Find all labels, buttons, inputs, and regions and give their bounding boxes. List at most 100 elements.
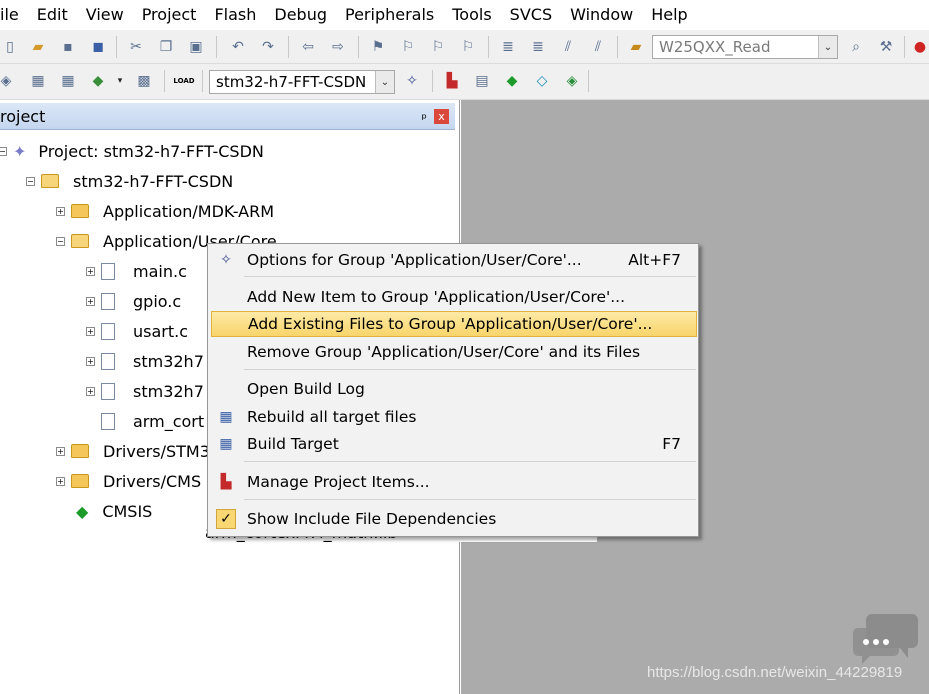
menu-item-show-include-deps[interactable]: ✓ Show Include File Dependencies bbox=[211, 506, 697, 532]
project-panel-header: roject ᵖ x bbox=[0, 103, 455, 130]
pin-icon[interactable]: ᵖ bbox=[421, 106, 427, 133]
tree-group-node[interactable]: + Drivers/CMS bbox=[56, 468, 201, 494]
expand-icon[interactable]: + bbox=[56, 206, 65, 216]
toolbar-separator bbox=[488, 36, 489, 58]
tree-file-node[interactable]: + main.c bbox=[86, 258, 187, 284]
expand-icon[interactable]: + bbox=[86, 326, 95, 336]
paste-icon[interactable]: ▣ bbox=[186, 37, 206, 57]
menu-item-manage-project-items[interactable]: ▙ Manage Project Items... bbox=[211, 469, 697, 495]
target-select[interactable]: stm32-h7-FFT-CSDN ⌄ bbox=[209, 70, 395, 94]
unindent-icon[interactable]: ≣ bbox=[528, 37, 548, 57]
debug-start-icon[interactable]: ● bbox=[910, 37, 929, 57]
select-packs-icon[interactable]: ▤ bbox=[472, 71, 492, 91]
menu-item-options-for-group[interactable]: ✧ Options for Group 'Application/User/Co… bbox=[211, 247, 697, 273]
copy-icon[interactable]: ❐ bbox=[156, 37, 176, 57]
menu-edit[interactable]: Edit bbox=[28, 0, 77, 30]
menu-item-add-new-item[interactable]: Add New Item to Group 'Application/User/… bbox=[211, 284, 697, 310]
menu-tools[interactable]: Tools bbox=[443, 0, 500, 30]
save-icon[interactable]: ▪ bbox=[58, 37, 78, 57]
pack-installer-icon[interactable]: ◇ bbox=[532, 71, 552, 91]
menu-item-add-existing-files[interactable]: Add Existing Files to Group 'Application… bbox=[211, 311, 697, 337]
menu-debug[interactable]: Debug bbox=[265, 0, 336, 30]
menu-flash[interactable]: Flash bbox=[205, 0, 265, 30]
target-options-wand-icon[interactable]: ✧ bbox=[402, 71, 422, 91]
find-combo[interactable]: W25QXX_Read ⌄ bbox=[652, 35, 838, 59]
open-folder-icon[interactable]: ▰ bbox=[28, 37, 48, 57]
tree-group-label: Application/MDK-ARM bbox=[103, 201, 275, 221]
tree-target-node[interactable]: − stm32-h7-FFT-CSDN bbox=[26, 168, 233, 194]
tree-file-node[interactable]: + stm32h7 bbox=[86, 378, 204, 404]
tree-file-node[interactable]: + stm32h7 bbox=[86, 348, 204, 374]
batch-build-icon[interactable]: ◆ bbox=[88, 71, 108, 91]
tree-file-node[interactable]: + gpio.c bbox=[86, 288, 181, 314]
menu-item-rebuild-all[interactable]: ▦ Rebuild all target files bbox=[211, 404, 697, 430]
collapse-icon[interactable]: − bbox=[26, 176, 35, 186]
build-icon[interactable]: ▦ bbox=[28, 71, 48, 91]
target-select-value: stm32-h7-FFT-CSDN bbox=[216, 73, 367, 91]
indent-icon[interactable]: ≣ bbox=[498, 37, 518, 57]
incremental-find-icon[interactable]: ⚒ bbox=[876, 37, 896, 57]
tree-file-node[interactable]: arm_cort bbox=[101, 408, 204, 434]
menu-peripherals[interactable]: Peripherals bbox=[336, 0, 443, 30]
save-all-icon[interactable]: ◼ bbox=[88, 37, 108, 57]
expand-icon[interactable]: + bbox=[86, 296, 95, 306]
bookmark-icon[interactable]: ⚑ bbox=[368, 37, 388, 57]
expand-icon[interactable]: + bbox=[86, 356, 95, 366]
toolbar-separator bbox=[116, 36, 117, 58]
expand-icon[interactable]: + bbox=[86, 266, 95, 276]
menu-item-open-build-log[interactable]: Open Build Log bbox=[211, 376, 697, 402]
tree-cmsis-node[interactable]: ◆ CMSIS bbox=[76, 498, 152, 524]
folder-icon bbox=[71, 444, 89, 458]
redo-icon[interactable]: ↷ bbox=[258, 37, 278, 57]
menu-item-build-target[interactable]: ▦ Build Target F7 bbox=[211, 431, 697, 457]
tree-file-node[interactable]: + usart.c bbox=[86, 318, 188, 344]
collapse-icon[interactable]: − bbox=[0, 146, 7, 156]
menu-view[interactable]: View bbox=[77, 0, 133, 30]
expand-icon[interactable]: + bbox=[56, 446, 65, 456]
bookmark-clear-icon[interactable]: ⚐ bbox=[458, 37, 478, 57]
menu-svcs[interactable]: SVCS bbox=[501, 0, 561, 30]
tree-project-node[interactable]: − ✦ Project: stm32-h7-FFT-CSDN bbox=[0, 138, 264, 164]
tree-file-label: main.c bbox=[133, 261, 187, 281]
manage-project-items-icon[interactable]: ▙ bbox=[442, 71, 462, 91]
manage-items-icon: ▙ bbox=[220, 474, 232, 490]
rebuild-icon: ▦ bbox=[219, 409, 233, 425]
nav-back-icon[interactable]: ⇦ bbox=[298, 37, 318, 57]
new-file-icon[interactable]: ▯ bbox=[0, 37, 20, 57]
manage-rte-icon[interactable]: ◆ bbox=[502, 71, 522, 91]
cmsis-pack-icon[interactable]: ◈ bbox=[562, 71, 582, 91]
menu-file[interactable]: ile bbox=[0, 0, 28, 30]
chevron-down-icon[interactable]: ⌄ bbox=[818, 36, 837, 58]
find-in-files-icon[interactable]: ▰ bbox=[626, 37, 646, 57]
stop-build-icon[interactable]: ▩ bbox=[134, 71, 154, 91]
translate-icon[interactable]: ◈ bbox=[0, 71, 16, 91]
load-download-icon[interactable]: LOAD bbox=[173, 71, 194, 91]
tree-target-label: stm32-h7-FFT-CSDN bbox=[73, 171, 234, 191]
chevron-down-icon[interactable]: ⌄ bbox=[375, 71, 394, 93]
menu-help[interactable]: Help bbox=[642, 0, 696, 30]
bookmark-prev-icon[interactable]: ⚐ bbox=[398, 37, 418, 57]
menu-item-remove-group[interactable]: Remove Group 'Application/User/Core' and… bbox=[211, 339, 697, 365]
cut-icon[interactable]: ✂ bbox=[126, 37, 146, 57]
nav-forward-icon[interactable]: ⇨ bbox=[328, 37, 348, 57]
tree-group-label: Drivers/STM3 bbox=[103, 441, 210, 461]
menu-window[interactable]: Window bbox=[561, 0, 642, 30]
undo-icon[interactable]: ↶ bbox=[228, 37, 248, 57]
bookmark-next-icon[interactable]: ⚐ bbox=[428, 37, 448, 57]
expand-icon[interactable]: + bbox=[86, 386, 95, 396]
rebuild-icon[interactable]: ▦ bbox=[58, 71, 78, 91]
expand-icon[interactable]: + bbox=[56, 476, 65, 486]
tree-project-label: Project: stm32-h7-FFT-CSDN bbox=[38, 141, 264, 161]
menu-bar: ile Edit View Project Flash Debug Periph… bbox=[0, 0, 929, 30]
collapse-icon[interactable]: − bbox=[56, 236, 65, 246]
tree-group-label: CMSIS bbox=[102, 501, 153, 521]
close-icon[interactable]: x bbox=[434, 109, 449, 124]
tree-group-node[interactable]: + Drivers/STM3 bbox=[56, 438, 210, 464]
toolbar-separator bbox=[358, 36, 359, 58]
find-icon[interactable]: ⌕ bbox=[846, 37, 866, 57]
menu-project[interactable]: Project bbox=[133, 0, 206, 30]
chevron-down-icon[interactable]: ▾ bbox=[110, 71, 130, 91]
comment-icon[interactable]: ⫽ bbox=[558, 37, 578, 57]
tree-group-node[interactable]: + Application/MDK-ARM bbox=[56, 198, 274, 224]
uncomment-icon[interactable]: ⫽ bbox=[588, 37, 608, 57]
